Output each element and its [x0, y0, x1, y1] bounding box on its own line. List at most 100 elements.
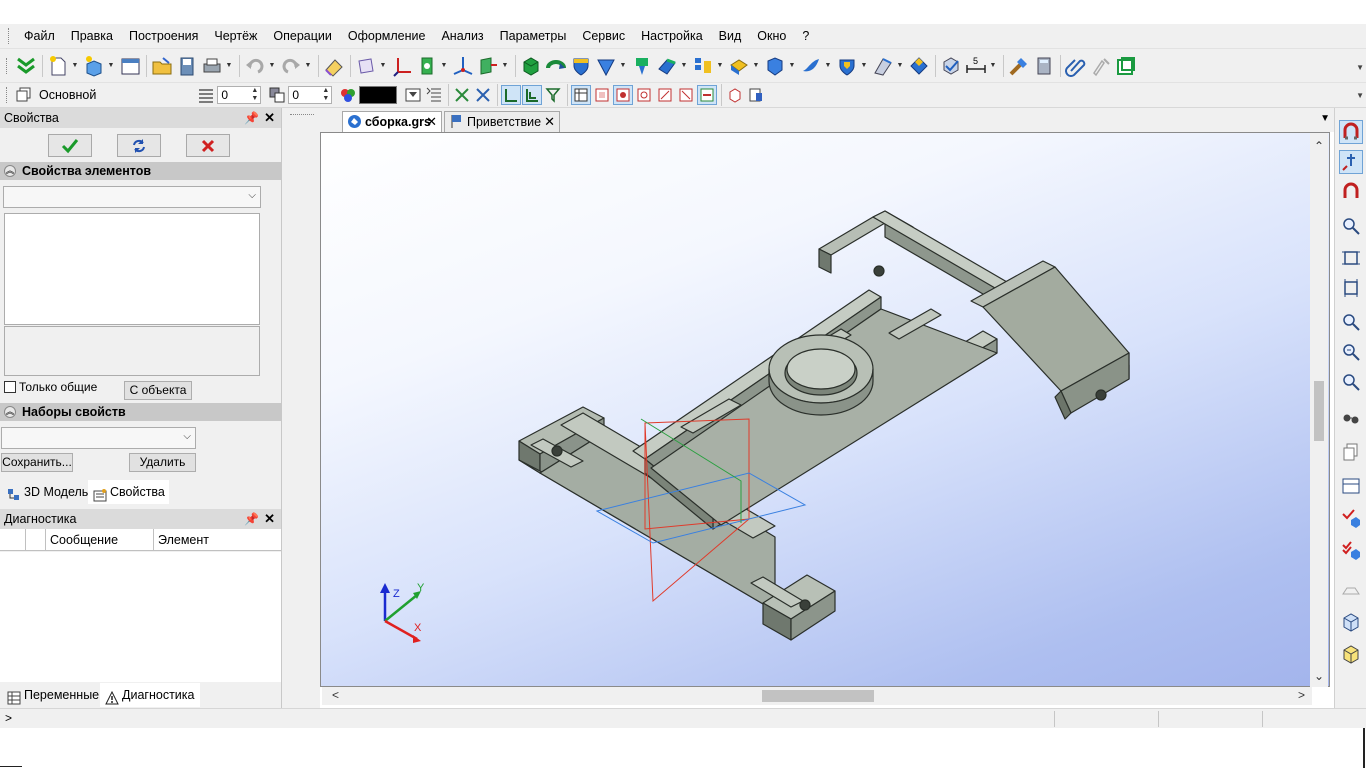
sheet-metal-dropdown[interactable]: ▼ — [896, 62, 904, 69]
dimension-dropdown[interactable]: ▼ — [989, 62, 997, 69]
scroll-up-icon[interactable]: ⌃ — [1314, 139, 1324, 153]
snap-icon[interactable] — [452, 85, 472, 105]
column-element[interactable]: Элемент — [154, 529, 281, 551]
layer-manager-icon[interactable] — [746, 85, 766, 105]
workplane-dropdown[interactable]: ▼ — [379, 62, 387, 69]
menu-parameters[interactable]: Параметры — [492, 24, 575, 48]
menu-window[interactable]: Окно — [749, 24, 794, 48]
sheet-metal-icon[interactable] — [871, 54, 895, 78]
loft-dropdown[interactable]: ▼ — [619, 62, 627, 69]
cube-red-icon[interactable] — [725, 85, 745, 105]
delete-set-button[interactable]: Удалить — [129, 453, 196, 472]
view-icon-4[interactable] — [655, 85, 675, 105]
array-dropdown[interactable]: ▼ — [716, 62, 724, 69]
workplane-icon[interactable] — [354, 54, 378, 78]
new-3d-icon[interactable] — [82, 54, 106, 78]
from-object-button[interactable]: С объекта — [124, 381, 192, 400]
section-plane-icon[interactable] — [1339, 576, 1363, 600]
undo-dropdown[interactable]: ▼ — [268, 62, 276, 69]
check-cube-icon[interactable] — [1339, 506, 1363, 530]
close-icon[interactable]: ✕ — [264, 108, 275, 128]
only-common-checkbox[interactable] — [4, 381, 16, 393]
view-icon-3[interactable] — [634, 85, 654, 105]
3d-viewport[interactable]: Z Y X — [320, 132, 1330, 687]
menu-drawing[interactable]: Чертёж — [206, 24, 265, 48]
chamfer-dropdown[interactable]: ▼ — [788, 62, 796, 69]
surface-icon[interactable] — [799, 54, 823, 78]
toolbar2-grip[interactable] — [6, 87, 8, 103]
shell-icon[interactable] — [835, 54, 859, 78]
coordinate-system-icon[interactable] — [390, 54, 414, 78]
palette-icon[interactable] — [338, 85, 358, 105]
toolbar-grip[interactable] — [6, 57, 8, 74]
check-model-icon[interactable] — [939, 54, 963, 78]
menu-settings[interactable]: Настройка — [633, 24, 711, 48]
tabs-dropdown-icon[interactable]: ▼ — [1320, 113, 1330, 124]
surface-dropdown[interactable]: ▼ — [824, 62, 832, 69]
magnet-icon[interactable] — [1339, 180, 1363, 204]
view-icon-2[interactable] — [613, 85, 634, 105]
menu-design[interactable]: Оформление — [340, 24, 434, 48]
rotate-icon[interactable] — [544, 54, 568, 78]
zoom-in-icon[interactable] — [1339, 310, 1363, 334]
axes-icon[interactable] — [451, 54, 475, 78]
column-type[interactable] — [0, 529, 26, 551]
fit-view-icon[interactable] — [1339, 246, 1363, 270]
sketch-dropdown[interactable]: ▼ — [440, 62, 448, 69]
scroll-left-icon[interactable]: < — [332, 688, 339, 702]
boolean-icon[interactable] — [630, 54, 654, 78]
frame-icon[interactable] — [1114, 54, 1138, 78]
view-icon-5[interactable] — [676, 85, 696, 105]
print-icon[interactable] — [200, 54, 224, 78]
calculator-icon[interactable] — [1032, 54, 1056, 78]
pin-snap-icon[interactable] — [1339, 150, 1363, 174]
menu-view[interactable]: Вид — [711, 24, 750, 48]
menu-help[interactable]: ? — [794, 24, 817, 48]
menu-grip[interactable] — [8, 28, 10, 44]
window-layout-icon[interactable] — [1339, 474, 1363, 498]
properties-list[interactable] — [4, 213, 260, 325]
double-check-icon[interactable] — [14, 54, 38, 78]
cancel-button[interactable] — [186, 134, 230, 157]
tab-3d-model[interactable]: 3D Модель — [2, 480, 94, 504]
horizontal-scroll-thumb[interactable] — [762, 690, 874, 702]
priority-icon[interactable] — [267, 85, 287, 105]
measure-icon[interactable] — [1007, 54, 1031, 78]
tab-variables[interactable]: Переменные — [2, 683, 105, 707]
glasses-icon[interactable] — [1339, 406, 1363, 430]
dock-splitter[interactable] — [282, 108, 320, 708]
tab-document-welcome[interactable]: Приветствие ✕ — [444, 111, 560, 132]
pages-icon[interactable] — [1339, 440, 1363, 464]
menu-service[interactable]: Сервис — [574, 24, 633, 48]
save-icon[interactable] — [175, 54, 199, 78]
line-thickness-spinner[interactable]: 0 ▲ ▼ — [217, 86, 262, 104]
print-dropdown[interactable]: ▼ — [225, 62, 233, 69]
pin-icon[interactable]: 📌 — [244, 108, 259, 128]
close-tab-icon[interactable]: ✕ — [426, 112, 437, 132]
new-document-dropdown[interactable]: ▼ — [71, 62, 79, 69]
horizontal-scrollbar[interactable]: < > — [322, 687, 1312, 705]
profile-icon[interactable] — [476, 54, 500, 78]
frame-view-icon[interactable] — [1339, 276, 1363, 300]
double-check-cube-icon[interactable] — [1339, 538, 1363, 562]
view-icon-6[interactable] — [697, 85, 718, 105]
layer-list-icon[interactable] — [424, 85, 444, 105]
menu-edit[interactable]: Правка — [63, 24, 121, 48]
attach-icon[interactable] — [1064, 54, 1088, 78]
menu-construct[interactable]: Построения — [121, 24, 206, 48]
new-document-icon[interactable] — [46, 54, 70, 78]
current-color-swatch[interactable] — [359, 86, 398, 104]
menu-operations[interactable]: Операции — [265, 24, 339, 48]
filter-icon[interactable] — [403, 85, 423, 105]
redo-icon[interactable] — [279, 54, 303, 78]
property-set-select[interactable]: ⌵ — [1, 427, 196, 449]
view-icon-1[interactable] — [592, 85, 612, 105]
line-thickness-icon[interactable] — [196, 85, 216, 105]
tab-properties[interactable]: Свойства — [88, 480, 169, 504]
close-tab-icon[interactable]: ✕ — [544, 112, 555, 132]
tab-diagnostics[interactable]: Диагностика — [100, 683, 200, 707]
zoom-previous-icon[interactable] — [1339, 370, 1363, 394]
snap-settings-icon[interactable] — [473, 85, 493, 105]
collapse-icon[interactable]: ︽ — [4, 165, 16, 177]
dimension-icon[interactable]: 5 — [964, 54, 988, 78]
